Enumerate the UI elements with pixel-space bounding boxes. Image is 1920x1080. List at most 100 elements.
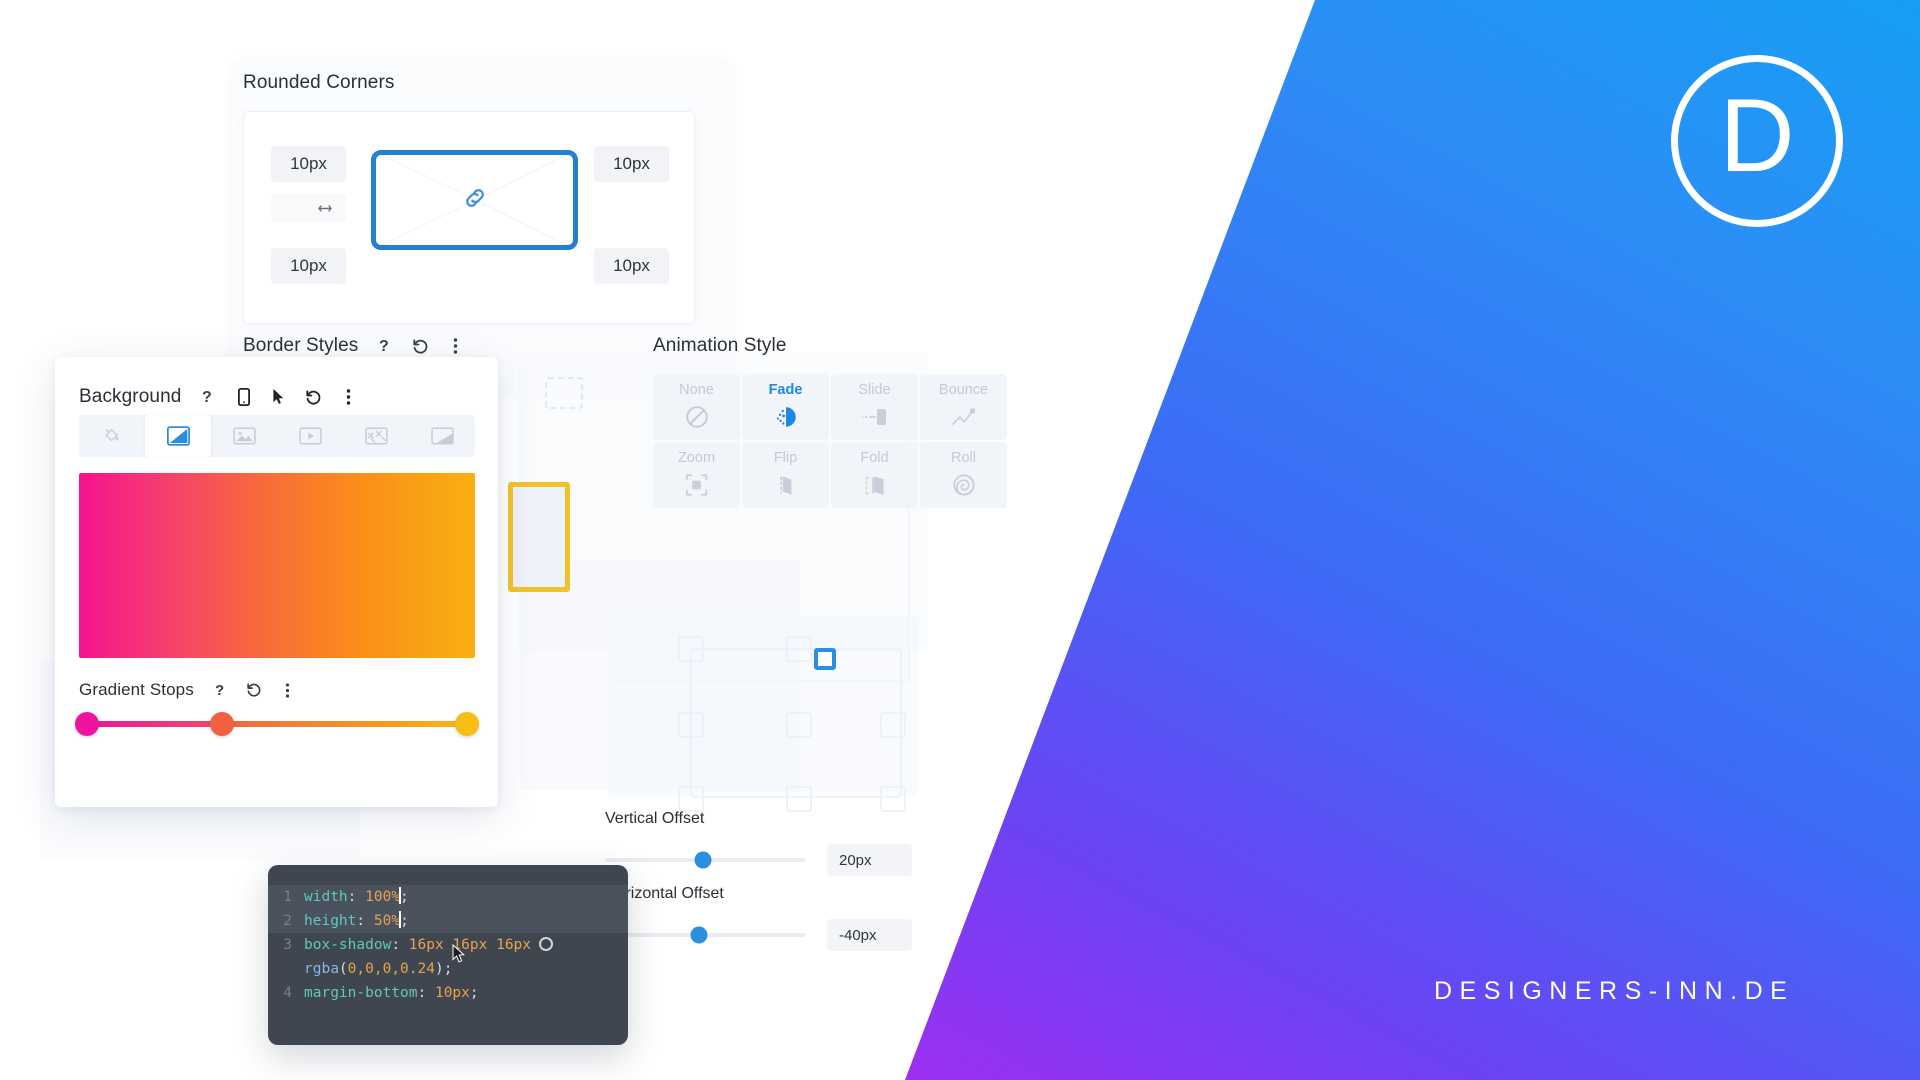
css-property: height xyxy=(304,913,357,929)
animation-option-roll[interactable]: Roll xyxy=(920,442,1007,508)
semicolon: ; xyxy=(469,985,479,1001)
ghost-handle-bl xyxy=(678,786,704,812)
corner-top-right-input[interactable]: 10px xyxy=(594,146,669,182)
video-icon xyxy=(298,427,322,445)
code-line-text[interactable]: box-shadow: 16px 16px 16px xyxy=(304,933,554,957)
gradient-stops-title: Gradient Stops xyxy=(79,680,194,699)
reset-icon[interactable] xyxy=(305,387,322,407)
ghost-handle-ml xyxy=(678,712,704,738)
screenshot-root: Rounded Corners 10px 10px 10px 10px Bord… xyxy=(0,0,1920,1080)
gradient-stops-slider[interactable] xyxy=(74,712,480,736)
animation-option-bounce[interactable]: Bounce xyxy=(920,374,1007,440)
animation-option-label: Zoom xyxy=(677,450,716,467)
ghost-handle-mr xyxy=(880,712,906,738)
background-type-tabs xyxy=(79,415,475,457)
background-gradient-tab[interactable] xyxy=(145,415,211,457)
mouse-cursor-icon xyxy=(452,944,465,963)
divi-logo-letter: D xyxy=(1719,78,1795,194)
background-panel: Background ? Gradient Stops ? xyxy=(55,357,498,807)
fold-icon xyxy=(860,471,890,499)
mobile-icon[interactable] xyxy=(235,387,252,407)
corner-top-left-input[interactable]: 10px xyxy=(271,146,346,182)
zoom-icon xyxy=(682,471,712,499)
code-line-text[interactable]: rgba(0,0,0,0.24); xyxy=(304,957,452,981)
horizontal-offset-label: Horizontal Offset xyxy=(605,885,724,902)
corner-link-toggle[interactable] xyxy=(271,194,346,222)
css-property: margin-bottom xyxy=(304,985,418,1001)
rounded-corners-preview xyxy=(371,150,578,250)
code-line: 1 width: 100%; xyxy=(268,885,628,909)
ghost-dashed-box-icon xyxy=(545,377,583,409)
css-value: 16px xyxy=(496,937,532,953)
code-editor[interactable]: 1 width: 100%; 2 height: 50%; 3 box-shad… xyxy=(268,865,628,1045)
code-line-text[interactable]: width: 100%; xyxy=(304,885,409,909)
rounded-corners-panel: Rounded Corners 10px 10px 10px 10px xyxy=(243,72,703,324)
border-styles-title: Border Styles xyxy=(243,335,359,356)
ghost-panel-tertiary xyxy=(520,560,800,790)
vertical-offset-value[interactable]: 20px xyxy=(827,844,912,876)
color-swatch-icon[interactable] xyxy=(539,937,554,951)
gradient-stops-track[interactable] xyxy=(85,721,469,727)
gradient-stop-handle-3[interactable] xyxy=(455,712,480,736)
mask-icon xyxy=(430,427,454,445)
pattern-icon xyxy=(364,427,388,445)
hover-pointer-icon[interactable] xyxy=(270,387,287,407)
help-icon[interactable]: ? xyxy=(377,336,394,356)
line-number: 3 xyxy=(283,937,292,953)
background-mask-tab[interactable] xyxy=(409,415,475,457)
divi-logo: D xyxy=(1671,55,1843,227)
code-line: rgba(0,0,0,0.24); xyxy=(268,957,628,981)
vertical-offset-label: Vertical Offset xyxy=(605,810,705,827)
gradient-preview[interactable] xyxy=(79,473,475,658)
gradient-stops-header: Gradient Stops ? xyxy=(79,680,296,700)
help-icon[interactable]: ? xyxy=(213,680,230,700)
rounded-corners-card: 10px 10px 10px 10px xyxy=(243,111,695,324)
animation-option-fold[interactable]: Fold xyxy=(831,442,918,508)
horizontal-offset-knob[interactable] xyxy=(690,926,708,944)
animation-option-fade[interactable]: Fade xyxy=(742,374,829,440)
ghost-blue-resize-handle[interactable] xyxy=(814,648,836,670)
link-icon[interactable] xyxy=(462,185,488,216)
vertical-offset-knob[interactable] xyxy=(694,851,712,869)
line-number: 1 xyxy=(283,889,292,905)
background-pattern-tab[interactable] xyxy=(343,415,409,457)
horizontal-offset-value[interactable]: -40px xyxy=(827,919,912,951)
background-image-tab[interactable] xyxy=(211,415,277,457)
animation-option-slide[interactable]: Slide xyxy=(831,374,918,440)
gradient-stop-handle-2[interactable] xyxy=(209,712,234,736)
background-color-tab[interactable] xyxy=(79,415,145,457)
code-line-text[interactable]: height: 50%; xyxy=(304,909,409,933)
gradient-stop-handle-1[interactable] xyxy=(74,712,99,736)
corner-bottom-left-input[interactable]: 10px xyxy=(271,248,346,284)
ghost-handle-mc xyxy=(786,712,812,738)
help-icon[interactable]: ? xyxy=(200,387,217,407)
animation-option-flip[interactable]: Flip xyxy=(742,442,829,508)
css-property: box-shadow xyxy=(304,937,392,953)
horizontal-offset-slider[interactable] xyxy=(605,926,805,944)
reset-icon[interactable] xyxy=(246,680,263,700)
paint-bucket-icon xyxy=(105,429,119,442)
fade-icon xyxy=(771,403,801,431)
vertical-offset-slider[interactable] xyxy=(605,851,805,869)
reset-icon[interactable] xyxy=(412,336,429,356)
background-video-tab[interactable] xyxy=(277,415,343,457)
corner-bottom-right-input[interactable]: 10px xyxy=(594,248,669,284)
ghost-handle-br xyxy=(880,786,906,812)
gradient-icon xyxy=(166,426,190,446)
ghost-handle-tc xyxy=(786,636,812,662)
semicolon: ; xyxy=(400,913,409,929)
more-options-icon[interactable] xyxy=(279,680,296,700)
animation-option-none[interactable]: None xyxy=(653,374,740,440)
ghost-inner-frame xyxy=(678,636,906,812)
animation-style-grid: None Fade Slide Bounce Zoom Flip Fold Ro… xyxy=(653,374,1019,508)
more-options-icon[interactable] xyxy=(340,387,357,407)
code-line-text[interactable]: margin-bottom: 10px; xyxy=(304,981,479,1005)
animation-option-label: Fold xyxy=(860,450,889,467)
vertical-offset-control: Vertical Offset 20px xyxy=(605,810,912,876)
animation-option-zoom[interactable]: Zoom xyxy=(653,442,740,508)
animation-option-label: Roll xyxy=(951,450,976,467)
border-styles-header: Border Styles ? xyxy=(243,335,464,357)
more-options-icon[interactable] xyxy=(447,336,464,356)
